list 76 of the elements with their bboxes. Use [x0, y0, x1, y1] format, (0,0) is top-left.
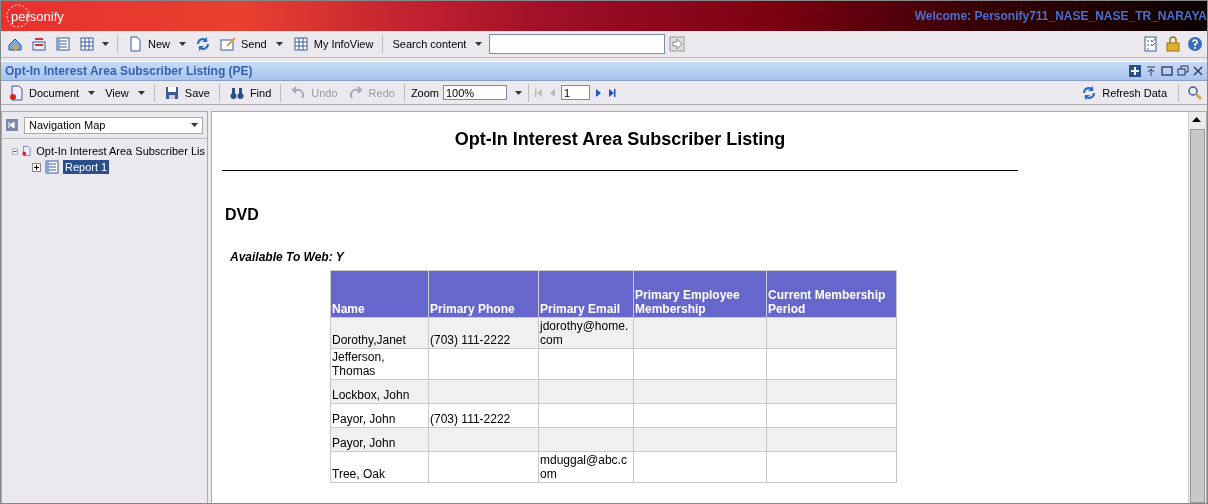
grid-icon: [292, 36, 309, 52]
lock-icon[interactable]: [1165, 36, 1181, 52]
pin-icon[interactable]: [1145, 65, 1157, 77]
undo-icon: [290, 84, 307, 101]
table-cell: Tree, Oak: [330, 451, 429, 483]
table-cell: Payor, John: [330, 427, 429, 452]
next-page-icon[interactable]: [594, 87, 603, 98]
last-page-icon[interactable]: [607, 87, 616, 98]
welcome-text: Welcome: Personify711_NASE_NASE_TR_NARAYA: [914, 9, 1207, 23]
plus-icon[interactable]: [1129, 65, 1141, 77]
table-cell: Lockbox, John: [330, 379, 429, 404]
column-header: Primary Employee Membership: [633, 270, 767, 318]
close-icon[interactable]: [1193, 65, 1203, 77]
caret-icon: [475, 42, 483, 46]
table-cell: jdorothy@home.com: [538, 317, 634, 349]
caret-icon: [137, 90, 145, 95]
page-icon: [127, 36, 143, 52]
collapse-icon[interactable]: [12, 146, 18, 156]
table-cell: (703) 111-2222: [428, 317, 539, 349]
table-cell: mduggal@abc.com: [538, 451, 634, 483]
toolbar-button[interactable]: Find: [225, 84, 275, 101]
expand-icon[interactable]: [32, 162, 41, 172]
caret-icon: [179, 42, 186, 46]
refresh-icon: [1081, 84, 1098, 101]
refresh-icon[interactable]: [195, 36, 211, 52]
caret-icon: [275, 42, 283, 46]
menu-button[interactable]: Search content: [389, 38, 486, 50]
inbox-icon[interactable]: [31, 36, 47, 52]
list-icon[interactable]: [55, 36, 71, 52]
search-icon[interactable]: [1187, 84, 1203, 101]
column-header: Current Membership Period: [766, 270, 897, 318]
menu-button[interactable]: New: [124, 36, 189, 52]
restore-icon[interactable]: [1177, 65, 1189, 77]
toolbar-button[interactable]: Save: [160, 84, 213, 101]
go-icon[interactable]: [669, 36, 686, 52]
menu-button[interactable]: Send: [217, 36, 286, 52]
tree-item[interactable]: Report 1: [63, 160, 110, 174]
column-header: Primary Phone: [428, 270, 539, 318]
table-cell: Dorothy,Janet: [330, 317, 429, 349]
help-icon[interactable]: [1187, 36, 1203, 52]
mail-icon: [220, 36, 236, 52]
maximize-icon[interactable]: [1161, 65, 1173, 77]
table-cell: Jefferson, Thomas: [330, 348, 429, 380]
report-title: Opt-In Interest Area Subscriber Listing: [222, 112, 1018, 171]
column-header: Primary Email: [538, 270, 634, 318]
save-icon: [163, 84, 180, 101]
search-field[interactable]: [489, 34, 666, 54]
section-heading: DVD: [225, 206, 260, 224]
caret-icon[interactable]: [102, 42, 109, 46]
panel-title: Opt-In Interest Area Subscriber Listing (PE): [5, 64, 253, 78]
document-icon: [44, 159, 60, 175]
caret-icon: [88, 90, 96, 95]
zoom-dropdown[interactable]: 100%: [443, 85, 507, 100]
document-icon: [20, 143, 32, 159]
logo: personify: [5, 3, 64, 29]
house-icon[interactable]: [7, 36, 23, 52]
caret-icon: [191, 123, 198, 127]
grid-icon[interactable]: [79, 36, 95, 52]
menu-button[interactable]: Document: [5, 84, 99, 101]
table-cell: (703) 111-2222: [428, 403, 539, 428]
tree-item[interactable]: Opt-In Interest Area Subscriber Lis: [34, 144, 207, 158]
column-header: Name: [330, 270, 429, 318]
scrollbar[interactable]: [1188, 112, 1206, 503]
toolbar-button[interactable]: My InfoView: [289, 36, 377, 52]
page-number-field[interactable]: 1: [561, 85, 590, 100]
checklist-icon[interactable]: [1143, 36, 1159, 52]
navigation-dropdown[interactable]: Navigation Map: [24, 116, 203, 134]
subheading: Available To Web: Y: [230, 250, 346, 264]
zoom-label: Zoom: [410, 86, 439, 99]
table-cell: Payor, John: [330, 403, 429, 428]
caret-icon[interactable]: [515, 90, 522, 95]
document-icon: [8, 84, 24, 101]
collapse-panel-icon[interactable]: [6, 119, 18, 131]
refresh-button[interactable]: Refresh Data: [1078, 84, 1170, 101]
redo-icon: [347, 84, 364, 101]
menu-button[interactable]: View: [102, 86, 148, 99]
